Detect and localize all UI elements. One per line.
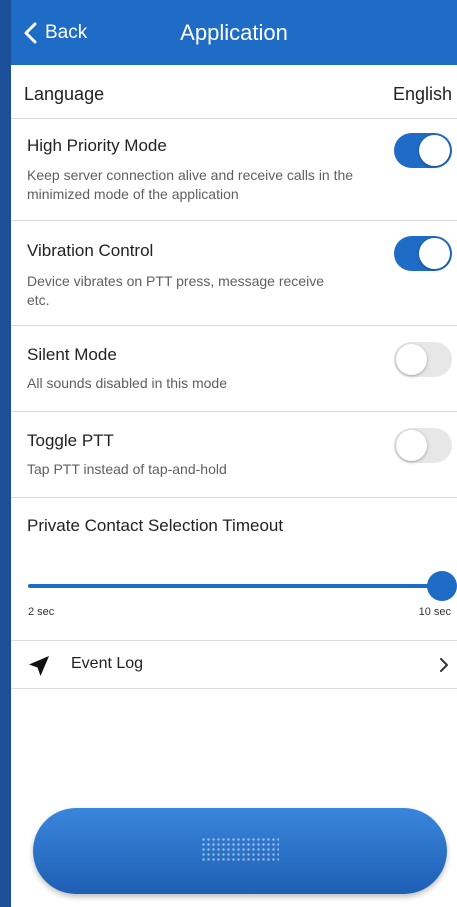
high-priority-description: Keep server connection alive and receive… (27, 167, 354, 202)
language-label: Language (24, 84, 105, 104)
vibration-title: Vibration Control (27, 241, 154, 260)
high-priority-toggle[interactable] (394, 133, 452, 168)
header-bar: Back Application (11, 0, 457, 65)
setting-row-toggle-ptt: Toggle PTT Tap PTT instead of tap-and-ho… (11, 412, 457, 498)
toggle-knob (419, 238, 450, 269)
event-log-row[interactable]: Event Log (11, 641, 457, 689)
toggle-knob (396, 344, 427, 375)
language-row[interactable]: Language English (11, 65, 457, 119)
timeout-max-label: 10 sec (418, 606, 451, 618)
toggle-knob (396, 430, 427, 461)
vibration-toggle[interactable] (394, 236, 452, 271)
timeout-slider-row: Private Contact Selection Timeout 2 sec … (11, 498, 457, 641)
toggle-ptt-description: Tap PTT instead of tap-and-hold (27, 461, 227, 477)
timeout-min-label: 2 sec (28, 606, 55, 618)
navigation-arrow-icon (29, 656, 49, 676)
left-edge-bar (0, 0, 11, 907)
silent-mode-toggle[interactable] (394, 342, 452, 377)
event-log-label: Event Log (71, 655, 144, 672)
timeout-slider-thumb[interactable] (427, 571, 457, 601)
silent-mode-title: Silent Mode (27, 345, 117, 364)
silent-mode-description: All sounds disabled in this mode (27, 375, 228, 391)
toggle-ptt-title: Toggle PTT (27, 431, 114, 450)
timeout-slider-track[interactable] (28, 571, 457, 601)
setting-row-vibration: Vibration Control Device vibrates on PTT… (11, 221, 457, 326)
ptt-button[interactable] (33, 808, 447, 894)
setting-row-high-priority: High Priority Mode Keep server connectio… (11, 119, 457, 221)
timeout-slider-fill (28, 584, 442, 588)
vibration-description: Device vibrates on PTT press, message re… (27, 273, 324, 308)
toggle-knob (419, 135, 450, 166)
setting-row-silent: Silent Mode All sounds disabled in this … (11, 326, 457, 412)
grip-dots-icon (201, 837, 279, 861)
toggle-ptt-toggle[interactable] (394, 428, 452, 463)
high-priority-title: High Priority Mode (27, 136, 167, 155)
timeout-title: Private Contact Selection Timeout (27, 516, 284, 535)
language-value[interactable]: English (393, 84, 452, 105)
chevron-right-icon (440, 658, 448, 672)
page-title: Application (180, 20, 288, 45)
